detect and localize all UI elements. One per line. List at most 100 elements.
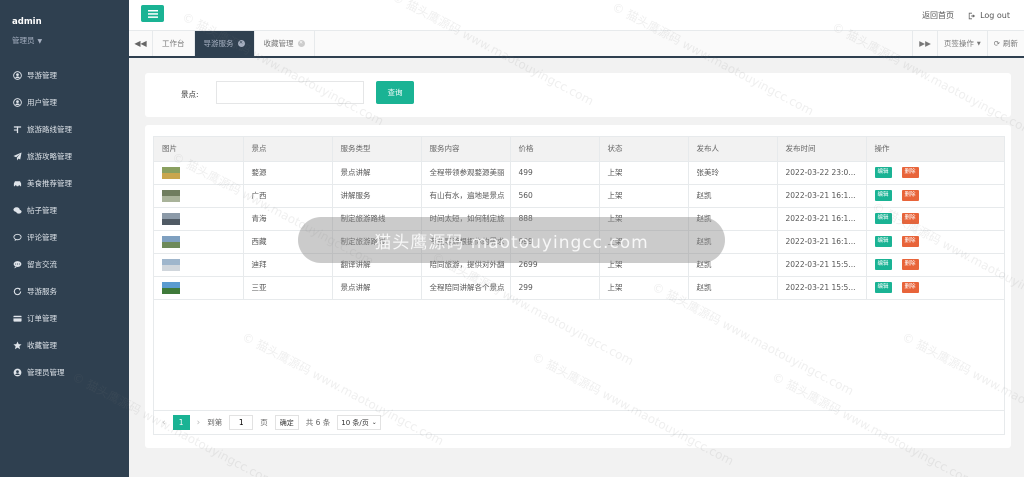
thumbnail-image[interactable] xyxy=(162,235,180,248)
logout-label: Log out xyxy=(980,11,1010,20)
cell-time: 2022-03-21 16:1... xyxy=(777,207,867,231)
column-header: 发布人 xyxy=(688,137,778,162)
cell-type: 景点讲解 xyxy=(332,276,422,300)
goto-confirm-button[interactable]: 确定 xyxy=(274,415,299,430)
user-circle-icon xyxy=(12,71,22,81)
thumbnail-image[interactable] xyxy=(162,212,180,225)
sidebar-item-1[interactable]: 导游管理 xyxy=(0,62,129,89)
delete-button[interactable]: 删除 xyxy=(901,190,919,201)
tab-label: 收藏管理 xyxy=(263,39,294,48)
sidebar-item-10[interactable]: 订单管理 xyxy=(0,305,129,332)
tab-guide-service[interactable]: 导游服务 ✕ xyxy=(194,31,255,56)
page-unit-label: 页 xyxy=(260,418,268,427)
column-header: 景点 xyxy=(243,137,333,162)
cell-publisher: 赵凯 xyxy=(688,276,778,300)
sidebar-item-label: 留言交流 xyxy=(27,260,57,269)
thumbnail-image[interactable] xyxy=(162,258,180,271)
tab-favorites[interactable]: 收藏管理 ✕ xyxy=(255,31,315,56)
delete-button[interactable]: 删除 xyxy=(901,213,919,224)
sidebar-item-5[interactable]: 美食推荐管理 xyxy=(0,170,129,197)
user-role-label: 管理员 xyxy=(12,36,35,45)
sidebar-item-11[interactable]: 收藏管理 xyxy=(0,332,129,359)
credit-card-icon xyxy=(12,314,22,324)
top-bar: 返回首页 Log out xyxy=(129,0,1024,31)
tab-label: 工作台 xyxy=(162,39,185,48)
cell-price: 499 xyxy=(510,161,600,185)
sidebar-item-label: 订单管理 xyxy=(27,314,57,323)
cell-content: 全程陪同讲解各个景点 xyxy=(421,276,511,300)
row-actions: 编辑 删除 xyxy=(874,167,1005,178)
actions-cell: 编辑 删除 xyxy=(866,230,1004,254)
thumbnail-image[interactable] xyxy=(162,281,180,294)
caret-down-icon: ▼ xyxy=(976,40,981,47)
next-page-icon[interactable]: › xyxy=(197,418,201,428)
refresh-button[interactable]: ⟳ 刷新 xyxy=(986,31,1024,56)
menu-toggle-button[interactable] xyxy=(141,5,164,22)
edit-button[interactable]: 编辑 xyxy=(874,213,892,224)
thumbnail-image[interactable] xyxy=(162,189,180,202)
delete-button[interactable]: 删除 xyxy=(901,236,919,247)
search-button[interactable]: 查询 xyxy=(376,81,414,104)
table-header-row: 图片 景点 服务类型 服务内容 价格 状态 发布人 发布时间 操作 xyxy=(154,137,1004,162)
delete-button[interactable]: 删除 xyxy=(901,282,919,293)
sidebar-item-label: 用户管理 xyxy=(27,98,57,107)
menu-icon xyxy=(147,9,158,18)
total-count: 共 6 条 xyxy=(305,418,331,427)
sidebar-item-7[interactable]: 评论管理 xyxy=(0,224,129,251)
tabs-scroll-right-button[interactable]: ▶▶ xyxy=(912,31,937,56)
sidebar-item-12[interactable]: 管理员管理 xyxy=(0,359,129,386)
row-actions: 编辑 删除 xyxy=(874,190,1005,201)
home-link[interactable]: 返回首页 xyxy=(922,10,954,21)
column-header: 服务类型 xyxy=(332,137,422,162)
comments-icon xyxy=(12,206,22,216)
image-cell xyxy=(154,161,244,185)
column-header: 状态 xyxy=(599,137,689,162)
close-icon[interactable]: ✕ xyxy=(237,40,245,47)
page-number-current[interactable]: 1 xyxy=(172,415,190,430)
close-icon[interactable]: ✕ xyxy=(297,40,305,47)
sidebar-user: admin 管理员 ▼ xyxy=(0,0,129,62)
page-ops-dropdown[interactable]: 页签操作 ▼ xyxy=(936,31,987,56)
cell-spot: 三亚 xyxy=(243,276,333,300)
user-icon xyxy=(12,368,22,378)
edit-button[interactable]: 编辑 xyxy=(874,167,892,178)
page-size-label: 10 条/页 xyxy=(341,418,369,427)
prev-page-icon[interactable]: ‹ xyxy=(162,418,166,428)
sidebar-item-2[interactable]: 用户管理 xyxy=(0,89,129,116)
username: admin xyxy=(12,17,42,27)
delete-button[interactable]: 删除 xyxy=(901,167,919,178)
tabs: 工作台 导游服务 ✕ 收藏管理 ✕ xyxy=(153,31,912,56)
sign-out-icon xyxy=(968,12,976,19)
watermark-banner: 猫头鹰源码 maotouyingcc.com xyxy=(298,217,725,263)
sidebar-item-9[interactable]: 导游服务 xyxy=(0,278,129,305)
chevron-down-icon: ⌄ xyxy=(371,419,377,426)
refresh-icon: ⟳ xyxy=(993,39,1000,48)
sidebar-item-6[interactable]: 帖子管理 xyxy=(0,197,129,224)
data-table-wrap: 图片 景点 服务类型 服务内容 价格 状态 发布人 发布时间 操作 婺源 景点讲解 全程带领参观婺源… xyxy=(153,136,1005,411)
table-panel: 图片 景点 服务类型 服务内容 价格 状态 发布人 发布时间 操作 婺源 景点讲解 全程带领参观婺源… xyxy=(145,125,1011,448)
edit-button[interactable]: 编辑 xyxy=(874,282,892,293)
edit-button[interactable]: 编辑 xyxy=(874,259,892,270)
thumbnail-image[interactable] xyxy=(162,166,180,179)
edit-button[interactable]: 编辑 xyxy=(874,190,892,201)
page-size-select[interactable]: 10 条/页 ⌄ xyxy=(337,415,381,430)
sidebar-item-3[interactable]: 旅游路线管理 xyxy=(0,116,129,143)
top-right-links: 返回首页 Log out xyxy=(922,10,1010,21)
edit-button[interactable]: 编辑 xyxy=(874,236,892,247)
sidebar-item-8[interactable]: 留言交流 xyxy=(0,251,129,278)
spot-search-input[interactable] xyxy=(216,81,364,104)
image-cell xyxy=(154,207,244,231)
tabs-scroll-left-button[interactable]: ◀◀ xyxy=(129,31,153,56)
cell-spot: 广西 xyxy=(243,184,333,208)
tab-dashboard[interactable]: 工作台 xyxy=(153,31,195,56)
column-header: 操作 xyxy=(866,137,1004,162)
sidebar-item-4[interactable]: 旅游攻略管理 xyxy=(0,143,129,170)
logout-link[interactable]: Log out xyxy=(968,11,1010,20)
delete-button[interactable]: 删除 xyxy=(901,259,919,270)
cell-time: 2022-03-22 23:0... xyxy=(777,161,867,185)
page-ops-label: 页签操作 xyxy=(943,39,974,48)
goto-page-input[interactable] xyxy=(229,415,254,430)
cell-publisher: 张美玲 xyxy=(688,161,778,185)
refresh-icon xyxy=(12,287,22,297)
user-role-dropdown[interactable]: 管理员 ▼ xyxy=(12,35,129,46)
